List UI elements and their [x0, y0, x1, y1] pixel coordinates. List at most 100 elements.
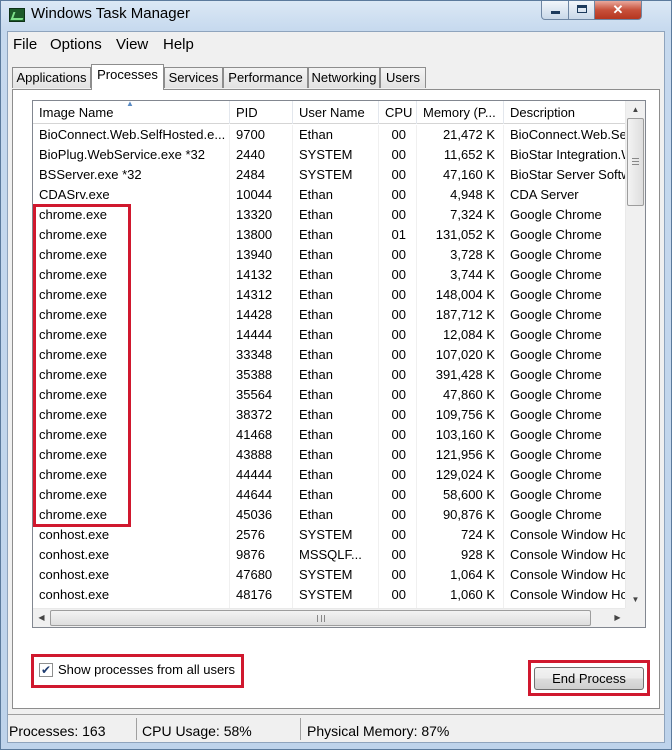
scroll-down-arrow-icon[interactable]: ▼	[626, 591, 645, 608]
table-row[interactable]: conhost.exe 2576 SYSTEM 00 724 K Console Wind…	[33, 525, 626, 545]
process-image-name: chrome.exe	[39, 307, 107, 322]
table-row[interactable]: CDASrv.exe 10044 Ethan 00 4,948 K CDA Server	[33, 185, 625, 205]
process-cpu: 00	[391, 507, 406, 522]
process-image-name: conhost.exe	[39, 547, 110, 562]
table-row[interactable]: chrome.exe 33348 Ethan 00 107,020 K Google Ch…	[33, 345, 625, 365]
table-row[interactable]: BioConnect.Web.SelfHosted.e... 9700 Ethan 0…	[33, 125, 626, 145]
menu-help[interactable]: Help	[163, 36, 194, 53]
scroll-up-arrow-icon[interactable]: ▲	[626, 101, 645, 118]
column-image-name[interactable]: Image Name ▲	[33, 101, 230, 124]
table-row[interactable]: chrome.exe 35564 Ethan 00 47,860 K Google Chr…	[33, 385, 625, 405]
horizontal-scroll-thumb[interactable]	[50, 610, 591, 626]
tab-users[interactable]: Users	[380, 67, 426, 88]
column-user-name[interactable]: User Name	[293, 101, 379, 124]
status-physical-memory: Physical Memory: 87%	[307, 723, 450, 739]
process-image-name: conhost.exe	[39, 567, 110, 582]
table-row[interactable]: chrome.exe 14312 Ethan 00 148,004 K Google Ch…	[33, 285, 625, 305]
column-memory[interactable]: Memory (P...	[417, 101, 504, 124]
title-bar[interactable]: Windows Task Manager ✕	[1, 1, 671, 29]
horizontal-scrollbar[interactable]: ◀ ▶	[33, 608, 645, 627]
column-image-name-label: Image Name	[39, 105, 114, 120]
process-image-name: chrome.exe	[39, 347, 107, 362]
table-row[interactable]: chrome.exe 45036 Ethan 00 90,876 K Google Chr…	[33, 505, 625, 525]
menu-file[interactable]: File	[13, 36, 37, 53]
table-row[interactable]: conhost.exe 9876 MSSQLF... 00 928 K Console W…	[33, 545, 626, 565]
process-cpu: 00	[391, 347, 406, 362]
tab-networking[interactable]: Networking	[308, 67, 380, 88]
process-cpu: 00	[391, 327, 406, 342]
process-image-name: chrome.exe	[39, 287, 107, 302]
process-description: Google Chrome	[510, 407, 602, 422]
column-pid[interactable]: PID	[230, 101, 293, 124]
table-row[interactable]: chrome.exe 44444 Ethan 00 129,024 K Google Ch…	[33, 465, 625, 485]
process-image-name: conhost.exe	[39, 527, 110, 542]
process-cpu: 00	[391, 247, 406, 262]
process-user-name: Ethan	[299, 247, 333, 262]
maximize-button[interactable]	[568, 1, 595, 20]
process-image-name: chrome.exe	[39, 267, 107, 282]
process-memory: 148,004 K	[435, 287, 495, 302]
process-pid: 9700	[236, 127, 265, 142]
checkmark-icon[interactable]: ✔	[39, 663, 53, 677]
table-row[interactable]: chrome.exe 38372 Ethan 00 109,756 K Google Ch…	[33, 405, 625, 425]
menu-bar: File Options View Help	[8, 32, 664, 56]
maximize-icon	[576, 5, 587, 13]
process-pid: 35564	[236, 387, 273, 402]
process-memory: 47,860 K	[442, 387, 495, 402]
process-pid: 38372	[236, 407, 273, 422]
process-description: Google Chrome	[510, 347, 602, 362]
process-image-name: chrome.exe	[39, 487, 107, 502]
vertical-scroll-thumb[interactable]	[627, 118, 644, 206]
table-row[interactable]: conhost.exe 48176 SYSTEM 00 1,060 K Console W…	[33, 585, 626, 605]
table-row[interactable]: chrome.exe 41468 Ethan 00 103,160 K Google Ch…	[33, 425, 625, 445]
table-row[interactable]: chrome.exe 13320 Ethan 00 7,324 K Google Chro…	[33, 205, 625, 225]
menu-view[interactable]: View	[116, 36, 148, 53]
table-row[interactable]: BSServer.exe *32 2484 SYSTEM 00 47,160 K BioS…	[33, 165, 626, 185]
table-row[interactable]: chrome.exe 43888 Ethan 00 121,956 K Google Ch…	[33, 445, 625, 465]
process-memory: 21,472 K	[442, 127, 495, 142]
process-pid: 33348	[236, 347, 273, 362]
process-pid: 14428	[236, 307, 273, 322]
table-row[interactable]: BioPlug.WebService.exe *32 2440 SYSTEM 00 11…	[33, 145, 626, 165]
process-description: Google Chrome	[510, 287, 602, 302]
process-cpu: 00	[391, 387, 406, 402]
tab-services[interactable]: Services	[164, 67, 223, 88]
table-row[interactable]: conhost.exe 47680 SYSTEM 00 1,064 K Console W…	[33, 565, 626, 585]
vertical-scrollbar[interactable]: ▲ ▼	[625, 101, 645, 608]
window-title: Windows Task Manager	[31, 5, 190, 22]
tab-performance[interactable]: Performance	[223, 67, 308, 88]
scroll-right-arrow-icon[interactable]: ▶	[609, 609, 626, 627]
process-description: Google Chrome	[510, 367, 602, 382]
column-cpu[interactable]: CPU	[379, 101, 417, 124]
process-description: BioConnect.Web.Self	[510, 127, 626, 142]
tab-applications[interactable]: Applications	[12, 67, 91, 88]
scroll-left-arrow-icon[interactable]: ◀	[33, 609, 50, 627]
process-memory: 7,324 K	[450, 207, 495, 222]
table-row[interactable]: chrome.exe 14444 Ethan 00 12,084 K Google Chr…	[33, 325, 625, 345]
process-pid: 14132	[236, 267, 273, 282]
scroll-corner	[625, 608, 645, 627]
column-description[interactable]: Description	[504, 101, 626, 124]
table-row[interactable]: chrome.exe 14132 Ethan 00 3,744 K Google Chro…	[33, 265, 625, 285]
processes-panel: Image Name ▲ PID User Name CPU Memory (P…	[12, 89, 660, 709]
process-memory: 109,756 K	[435, 407, 495, 422]
process-user-name: Ethan	[299, 507, 333, 522]
table-row[interactable]: chrome.exe 14428 Ethan 00 187,712 K Google Ch…	[33, 305, 625, 325]
close-icon: ✕	[612, 2, 624, 17]
process-pid: 2484	[236, 167, 265, 182]
close-button[interactable]: ✕	[594, 1, 642, 20]
table-row[interactable]: chrome.exe 35388 Ethan 00 391,428 K Google Ch…	[33, 365, 625, 385]
minimize-button[interactable]	[541, 1, 569, 20]
process-cpu: 00	[391, 307, 406, 322]
tab-processes[interactable]: Processes	[91, 64, 164, 90]
table-row[interactable]: chrome.exe 13940 Ethan 00 3,728 K Google Chro…	[33, 245, 625, 265]
table-row[interactable]: chrome.exe 13800 Ethan 01 131,052 K Google Ch…	[33, 225, 625, 245]
column-header-row: Image Name ▲ PID User Name CPU Memory (P…	[33, 101, 626, 124]
table-row[interactable]: chrome.exe 44644 Ethan 00 58,600 K Google Chr…	[33, 485, 625, 505]
end-process-button[interactable]: End Process	[534, 667, 644, 690]
process-description: Console Window Ho	[510, 567, 626, 582]
menu-options[interactable]: Options	[50, 36, 102, 53]
process-description: Google Chrome	[510, 207, 602, 222]
process-image-name: chrome.exe	[39, 247, 107, 262]
process-memory: 4,948 K	[450, 187, 495, 202]
